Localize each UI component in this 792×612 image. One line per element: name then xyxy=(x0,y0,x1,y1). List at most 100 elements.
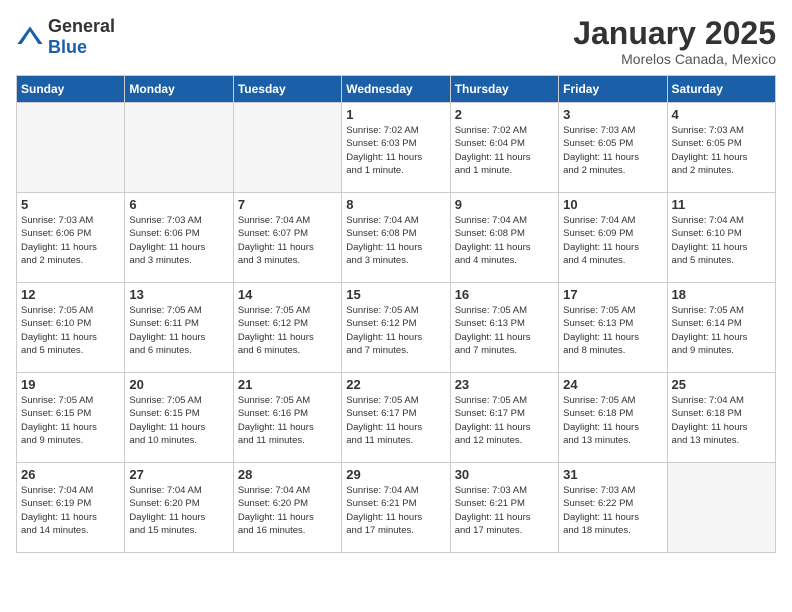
logo-icon xyxy=(16,23,44,51)
day-info: Sunrise: 7:05 AM Sunset: 6:12 PM Dayligh… xyxy=(238,304,337,357)
day-info: Sunrise: 7:04 AM Sunset: 6:20 PM Dayligh… xyxy=(238,484,337,537)
day-number: 24 xyxy=(563,377,662,392)
day-number: 1 xyxy=(346,107,445,122)
calendar-cell: 5 Sunrise: 7:03 AM Sunset: 6:06 PM Daylig… xyxy=(17,193,125,283)
calendar-cell: 28Sunrise: 7:04 AM Sunset: 6:20 PM Dayli… xyxy=(233,463,341,553)
calendar-cell xyxy=(667,463,775,553)
day-number: 18 xyxy=(672,287,771,302)
day-info: Sunrise: 7:05 AM Sunset: 6:13 PM Dayligh… xyxy=(563,304,662,357)
day-info: Sunrise: 7:05 AM Sunset: 6:16 PM Dayligh… xyxy=(238,394,337,447)
day-number: 31 xyxy=(563,467,662,482)
day-number: 20 xyxy=(129,377,228,392)
day-info: Sunrise: 7:04 AM Sunset: 6:10 PM Dayligh… xyxy=(672,214,771,267)
day-number: 27 xyxy=(129,467,228,482)
calendar-cell: 15 Sunrise: 7:05 AM Sunset: 6:12 PM Dayli… xyxy=(342,283,450,373)
calendar-table: SundayMondayTuesdayWednesdayThursdayFrid… xyxy=(16,75,776,553)
day-info: Sunrise: 7:05 AM Sunset: 6:15 PM Dayligh… xyxy=(21,394,120,447)
day-number: 9 xyxy=(455,197,554,212)
calendar-cell: 16 Sunrise: 7:05 AM Sunset: 6:13 PM Dayli… xyxy=(450,283,558,373)
day-info: Sunrise: 7:03 AM Sunset: 6:22 PM Dayligh… xyxy=(563,484,662,537)
day-number: 5 xyxy=(21,197,120,212)
day-info: Sunrise: 7:04 AM Sunset: 6:09 PM Dayligh… xyxy=(563,214,662,267)
day-info: Sunrise: 7:03 AM Sunset: 6:06 PM Dayligh… xyxy=(21,214,120,267)
calendar-cell: 13 Sunrise: 7:05 AM Sunset: 6:11 PM Dayli… xyxy=(125,283,233,373)
day-info: Sunrise: 7:05 AM Sunset: 6:11 PM Dayligh… xyxy=(129,304,228,357)
calendar-cell xyxy=(17,103,125,193)
title-block: January 2025 Morelos Canada, Mexico xyxy=(573,16,776,67)
page-header: General Blue January 2025 Morelos Canada… xyxy=(16,16,776,67)
calendar-cell: 24 Sunrise: 7:05 AM Sunset: 6:18 PM Dayli… xyxy=(559,373,667,463)
day-number: 13 xyxy=(129,287,228,302)
weekday-header-sunday: Sunday xyxy=(17,76,125,103)
day-number: 14 xyxy=(238,287,337,302)
calendar-cell: 30 Sunrise: 7:03 AM Sunset: 6:21 PM Dayli… xyxy=(450,463,558,553)
day-number: 22 xyxy=(346,377,445,392)
calendar-cell: 10Sunrise: 7:04 AM Sunset: 6:09 PM Dayli… xyxy=(559,193,667,283)
day-number: 21 xyxy=(238,377,337,392)
day-info: Sunrise: 7:05 AM Sunset: 6:17 PM Dayligh… xyxy=(346,394,445,447)
weekday-header-wednesday: Wednesday xyxy=(342,76,450,103)
calendar-cell: 14 Sunrise: 7:05 AM Sunset: 6:12 PM Dayli… xyxy=(233,283,341,373)
logo-general-text: General xyxy=(48,16,115,36)
day-info: Sunrise: 7:03 AM Sunset: 6:21 PM Dayligh… xyxy=(455,484,554,537)
day-number: 7 xyxy=(238,197,337,212)
calendar-cell: 21 Sunrise: 7:05 AM Sunset: 6:16 PM Dayli… xyxy=(233,373,341,463)
day-number: 3 xyxy=(563,107,662,122)
calendar-cell: 9 Sunrise: 7:04 AM Sunset: 6:08 PM Daylig… xyxy=(450,193,558,283)
calendar-cell: 7 Sunrise: 7:04 AM Sunset: 6:07 PM Daylig… xyxy=(233,193,341,283)
calendar-cell: 22 Sunrise: 7:05 AM Sunset: 6:17 PM Dayli… xyxy=(342,373,450,463)
day-number: 16 xyxy=(455,287,554,302)
calendar-cell: 2Sunrise: 7:02 AM Sunset: 6:04 PM Daylig… xyxy=(450,103,558,193)
day-info: Sunrise: 7:04 AM Sunset: 6:08 PM Dayligh… xyxy=(455,214,554,267)
day-number: 15 xyxy=(346,287,445,302)
day-info: Sunrise: 7:04 AM Sunset: 6:19 PM Dayligh… xyxy=(21,484,120,537)
day-number: 26 xyxy=(21,467,120,482)
calendar-cell: 8Sunrise: 7:04 AM Sunset: 6:08 PM Daylig… xyxy=(342,193,450,283)
calendar-cell xyxy=(233,103,341,193)
day-info: Sunrise: 7:04 AM Sunset: 6:08 PM Dayligh… xyxy=(346,214,445,267)
calendar-subtitle: Morelos Canada, Mexico xyxy=(573,51,776,67)
calendar-cell: 19Sunrise: 7:05 AM Sunset: 6:15 PM Dayli… xyxy=(17,373,125,463)
day-number: 4 xyxy=(672,107,771,122)
day-info: Sunrise: 7:04 AM Sunset: 6:20 PM Dayligh… xyxy=(129,484,228,537)
weekday-header-tuesday: Tuesday xyxy=(233,76,341,103)
weekday-row: SundayMondayTuesdayWednesdayThursdayFrid… xyxy=(17,76,776,103)
logo-blue-text: Blue xyxy=(48,37,87,57)
day-number: 25 xyxy=(672,377,771,392)
day-number: 30 xyxy=(455,467,554,482)
calendar-cell: 3 Sunrise: 7:03 AM Sunset: 6:05 PM Daylig… xyxy=(559,103,667,193)
calendar-cell: 18 Sunrise: 7:05 AM Sunset: 6:14 PM Dayli… xyxy=(667,283,775,373)
day-info: Sunrise: 7:05 AM Sunset: 6:18 PM Dayligh… xyxy=(563,394,662,447)
weekday-header-saturday: Saturday xyxy=(667,76,775,103)
day-info: Sunrise: 7:03 AM Sunset: 6:05 PM Dayligh… xyxy=(563,124,662,177)
day-info: Sunrise: 7:05 AM Sunset: 6:13 PM Dayligh… xyxy=(455,304,554,357)
day-info: Sunrise: 7:05 AM Sunset: 6:10 PM Dayligh… xyxy=(21,304,120,357)
calendar-week-row: 26 Sunrise: 7:04 AM Sunset: 6:19 PM Dayli… xyxy=(17,463,776,553)
day-info: Sunrise: 7:03 AM Sunset: 6:05 PM Dayligh… xyxy=(672,124,771,177)
day-number: 12 xyxy=(21,287,120,302)
day-info: Sunrise: 7:05 AM Sunset: 6:14 PM Dayligh… xyxy=(672,304,771,357)
calendar-cell: 25Sunrise: 7:04 AM Sunset: 6:18 PM Dayli… xyxy=(667,373,775,463)
calendar-cell: 27 Sunrise: 7:04 AM Sunset: 6:20 PM Dayli… xyxy=(125,463,233,553)
calendar-cell: 6Sunrise: 7:03 AM Sunset: 6:06 PM Daylig… xyxy=(125,193,233,283)
calendar-cell: 11Sunrise: 7:04 AM Sunset: 6:10 PM Dayli… xyxy=(667,193,775,283)
calendar-cell: 20 Sunrise: 7:05 AM Sunset: 6:15 PM Dayli… xyxy=(125,373,233,463)
calendar-week-row: 5 Sunrise: 7:03 AM Sunset: 6:06 PM Daylig… xyxy=(17,193,776,283)
calendar-cell: 31 Sunrise: 7:03 AM Sunset: 6:22 PM Dayli… xyxy=(559,463,667,553)
weekday-header-friday: Friday xyxy=(559,76,667,103)
calendar-cell: 26 Sunrise: 7:04 AM Sunset: 6:19 PM Dayli… xyxy=(17,463,125,553)
day-number: 2 xyxy=(455,107,554,122)
calendar-cell: 4 Sunrise: 7:03 AM Sunset: 6:05 PM Daylig… xyxy=(667,103,775,193)
day-number: 17 xyxy=(563,287,662,302)
calendar-cell: 1Sunrise: 7:02 AM Sunset: 6:03 PM Daylig… xyxy=(342,103,450,193)
day-info: Sunrise: 7:05 AM Sunset: 6:17 PM Dayligh… xyxy=(455,394,554,447)
weekday-header-thursday: Thursday xyxy=(450,76,558,103)
day-info: Sunrise: 7:05 AM Sunset: 6:12 PM Dayligh… xyxy=(346,304,445,357)
calendar-body: 1Sunrise: 7:02 AM Sunset: 6:03 PM Daylig… xyxy=(17,103,776,553)
day-info: Sunrise: 7:05 AM Sunset: 6:15 PM Dayligh… xyxy=(129,394,228,447)
calendar-title: January 2025 xyxy=(573,16,776,51)
calendar-cell: 12 Sunrise: 7:05 AM Sunset: 6:10 PM Dayli… xyxy=(17,283,125,373)
calendar-cell: 17 Sunrise: 7:05 AM Sunset: 6:13 PM Dayli… xyxy=(559,283,667,373)
day-info: Sunrise: 7:04 AM Sunset: 6:07 PM Dayligh… xyxy=(238,214,337,267)
day-info: Sunrise: 7:04 AM Sunset: 6:21 PM Dayligh… xyxy=(346,484,445,537)
